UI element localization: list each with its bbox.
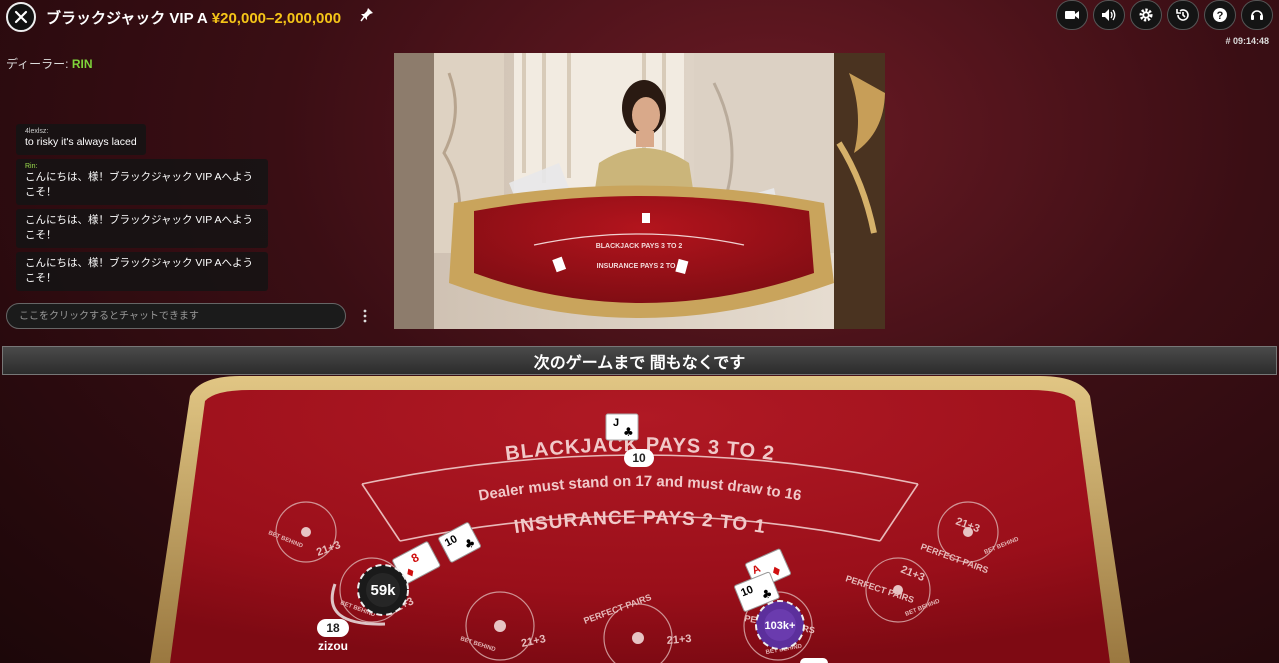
svg-text:J: J <box>613 417 619 429</box>
chat-message: Rin: こんにちは、様！ブラックジャック VIP Aへようこそ！ <box>16 159 268 205</box>
pin-icon[interactable] <box>360 7 374 23</box>
help-button[interactable]: ? <box>1204 0 1236 30</box>
svg-text:21+3: 21+3 <box>666 633 692 647</box>
history-icon <box>1176 9 1189 21</box>
table-felt: BLACKJACK PAYS 3 TO 2 Dealer must stand … <box>150 376 1130 663</box>
kebab-menu-icon[interactable] <box>358 309 372 323</box>
round-status-banner: 次のゲームまで 間もなくです <box>2 346 1277 375</box>
svg-text:59k: 59k <box>370 582 396 599</box>
video-button[interactable] <box>1056 0 1088 30</box>
svg-text:INSURANCE PAYS 2 TO 1: INSURANCE PAYS 2 TO 1 <box>597 263 682 270</box>
headset-icon <box>1251 10 1263 20</box>
chat-message: 4lexlsz: to risky it's always laced <box>16 124 146 155</box>
toolbar: ? <box>1056 0 1273 30</box>
bet-chip[interactable]: 59k <box>357 564 409 616</box>
chat-text: こんにちは、様！ブラックジャック VIP Aへようこそ！ <box>25 214 253 241</box>
table-title: ブラックジャック VIP A ¥20,000–2,000,000 <box>46 7 341 28</box>
chat-user: Rin: <box>25 163 38 170</box>
close-icon <box>14 10 28 24</box>
player-name: zizou <box>318 639 348 653</box>
svg-text:BLACKJACK PAYS 3 TO 2: BLACKJACK PAYS 3 TO 2 <box>596 243 683 250</box>
chat-message: こんにちは、様！ブラックジャック VIP Aへようこそ！ <box>16 252 268 291</box>
chat-input[interactable] <box>6 303 346 329</box>
round-id: # 09:14:48 <box>1225 36 1269 46</box>
chat-user: 4lexlsz: <box>25 128 49 135</box>
chat-text: to risky it's always laced <box>25 136 137 148</box>
dealer-hand-total: 10 <box>624 449 654 467</box>
video-camera-icon <box>1065 11 1079 19</box>
live-video-feed[interactable]: BLACKJACK PAYS 3 TO 2 INSURANCE PAYS 2 T… <box>394 53 885 329</box>
blackjack-table: BLACKJACK PAYS 3 TO 2 Dealer must stand … <box>0 376 1279 663</box>
bet-limits: ¥20,000–2,000,000 <box>211 10 342 27</box>
chat-text: こんにちは、様！ブラックジャック VIP Aへようこそ！ <box>25 257 253 284</box>
history-button[interactable] <box>1167 0 1199 30</box>
gear-icon <box>1139 8 1153 22</box>
help-icon: ? <box>1213 8 1227 22</box>
chat-text: こんにちは、様！ブラックジャック VIP Aへようこそ！ <box>25 171 253 198</box>
top-bar: ブラックジャック VIP A ¥20,000–2,000,000 ? # 09:… <box>0 0 1279 46</box>
sound-button[interactable] <box>1093 0 1125 30</box>
speaker-icon <box>1102 9 1116 21</box>
settings-button[interactable] <box>1130 0 1162 30</box>
player-hand-total: 18 <box>317 619 349 637</box>
dealer-card: J ♣ <box>605 413 639 441</box>
chat-message: こんにちは、様！ブラックジャック VIP Aへようこそ！ <box>16 209 268 248</box>
svg-text:?: ? <box>1217 10 1224 22</box>
table-name: ブラックジャック VIP A <box>46 10 208 27</box>
dealer-prefix: ディーラー: <box>6 57 69 71</box>
svg-text:103k+: 103k+ <box>765 620 796 632</box>
dealer-name: RIN <box>71 57 93 71</box>
close-button[interactable] <box>6 2 36 32</box>
dealer-video-image: BLACKJACK PAYS 3 TO 2 INSURANCE PAYS 2 T… <box>394 53 885 329</box>
dealer-label: ディーラー: RIN <box>6 55 93 72</box>
chat-panel: 4lexlsz: to risky it's always laced Rin:… <box>16 124 276 295</box>
svg-text:♣: ♣ <box>623 425 634 439</box>
bet-chip[interactable]: 103k+ <box>755 600 805 650</box>
support-button[interactable] <box>1241 0 1273 30</box>
